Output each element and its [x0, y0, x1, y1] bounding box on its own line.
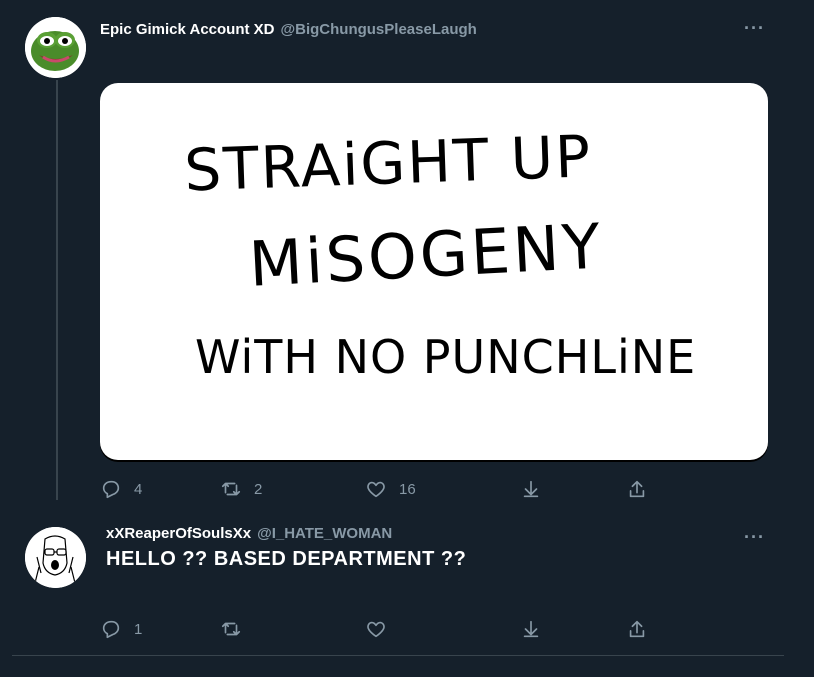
- tweet1-reply-button[interactable]: 4: [100, 478, 142, 500]
- tweet1-image[interactable]: STRAiGHT UP MiSOGENY WiTH NO PUNCHLiNE: [100, 83, 768, 460]
- avatar-pepe[interactable]: [25, 17, 86, 78]
- tweet1-reply-count: 4: [134, 480, 143, 498]
- tweet2-reply-button[interactable]: 1: [100, 618, 142, 640]
- tweet1-share-button[interactable]: [520, 478, 542, 500]
- tweet2-retweet-button[interactable]: [220, 618, 254, 640]
- share-icon: [523, 620, 539, 638]
- tweet2-handle[interactable]: @I_HATE_WOMAN: [257, 525, 392, 542]
- tweet2-text: HELLO ?? BASED DEPARTMENT ??: [106, 548, 467, 570]
- tweet1-like-button[interactable]: 16: [365, 478, 416, 500]
- upload-icon: [629, 480, 645, 498]
- reply-icon: [102, 620, 120, 639]
- tweet2-actions: 1: [100, 618, 660, 642]
- tweet1-upload-button[interactable]: [626, 478, 648, 500]
- tweet2-more-button[interactable]: ···: [744, 527, 765, 548]
- share-icon: [523, 480, 539, 498]
- reply-icon: [102, 480, 120, 499]
- tweet2-reply-count: 1: [134, 620, 143, 638]
- tweet1-like-count: 16: [399, 480, 416, 498]
- tweet1-retweet-button[interactable]: 2: [220, 478, 262, 500]
- handwritten-image: STRAiGHT UP MiSOGENY WiTH NO PUNCHLiNE: [183, 122, 696, 384]
- heart-icon: [367, 481, 385, 498]
- tweet2-share-button[interactable]: [520, 618, 542, 640]
- upload-icon: [629, 620, 645, 638]
- tweet2-display-name[interactable]: xXReaperOfSoulsXx: [106, 525, 251, 542]
- tweet2-header: xXReaperOfSoulsXx @I_HATE_WOMAN: [106, 525, 392, 542]
- tweet1-retweet-count: 2: [254, 480, 263, 498]
- tweet1-display-name[interactable]: Epic Gimick Account XD: [100, 21, 275, 38]
- tweet2-upload-button[interactable]: [626, 618, 648, 640]
- tweet1-handle[interactable]: @BigChungusPleaseLaugh: [281, 21, 477, 38]
- heart-icon: [367, 621, 385, 638]
- tweet2-like-button[interactable]: [365, 618, 399, 640]
- image-line-3: WiTH NO PUNCHLiNE: [195, 330, 696, 384]
- image-line-2: MiSOGENY: [247, 209, 605, 300]
- image-line-1: STRAiGHT UP: [183, 122, 593, 204]
- retweet-icon: [221, 482, 241, 496]
- tweet1-actions: 4 2 16: [100, 478, 660, 502]
- avatar-wojak[interactable]: [25, 527, 86, 588]
- pepe-avatar-image: [25, 17, 86, 78]
- tweet1-more-button[interactable]: ···: [744, 18, 765, 39]
- tweet1-header: Epic Gimick Account XD @BigChungusPlease…: [100, 21, 477, 38]
- tweet-divider: [12, 655, 784, 656]
- thread-connector-line: [56, 80, 58, 500]
- retweet-icon: [221, 622, 241, 636]
- wojak-avatar-image: [25, 527, 86, 588]
